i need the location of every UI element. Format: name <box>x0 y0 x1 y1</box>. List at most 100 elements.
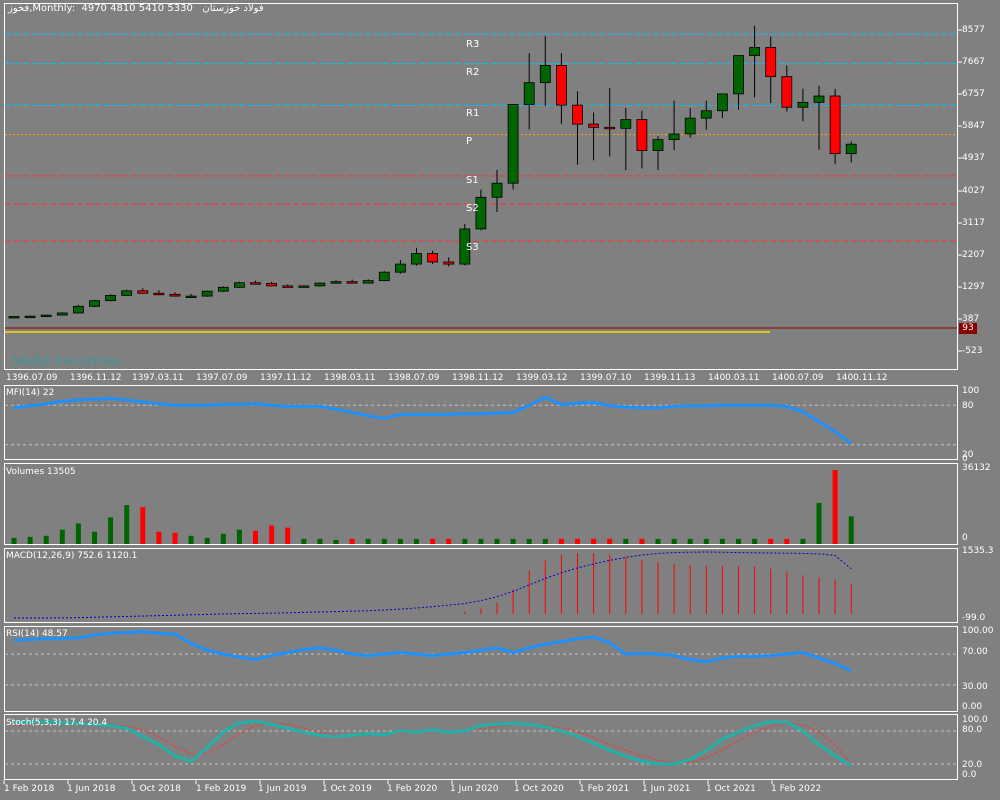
mfi-title: MFI(14) 22 <box>6 388 55 398</box>
volume-bar <box>703 538 709 544</box>
stoch-title: Stoch(5,3,3) 17.4 20.4 <box>6 718 108 728</box>
volume-bar <box>462 538 468 544</box>
candle-body <box>330 281 342 284</box>
time-axis-label: 1 Feb 2020 <box>387 784 438 794</box>
volume-bar <box>236 529 242 544</box>
volume-bar <box>768 538 774 544</box>
candle-body <box>217 286 229 292</box>
pivot-s3-label: S3 <box>466 242 479 253</box>
stoch-main-line <box>13 719 852 767</box>
time-axis-label: 1 Jun 2021 <box>642 784 691 794</box>
volume-y-label: 36132 <box>962 463 991 473</box>
candle-body <box>733 55 744 95</box>
price-y-label: 5847 <box>962 121 985 131</box>
price-x-label: 1400.03.11 <box>708 373 760 383</box>
candle-body <box>749 47 760 56</box>
price-y-label: 1297 <box>962 282 985 292</box>
candle-body <box>507 104 519 184</box>
price-y-label: 3117 <box>962 218 985 228</box>
macd-y-label: 1535.3 <box>962 546 994 556</box>
candle-body <box>604 126 616 130</box>
candle-body <box>185 295 197 298</box>
candle-body <box>233 282 245 288</box>
candle-body <box>572 104 583 125</box>
candle-body <box>201 290 213 297</box>
volume-bar <box>253 530 258 544</box>
volume-bar <box>381 538 387 544</box>
price-x-label: 1399.07.10 <box>580 373 632 383</box>
candle-body <box>797 101 809 108</box>
current-price-badge: 93 <box>959 323 977 334</box>
macd-signal-line <box>14 551 852 619</box>
candle-body <box>443 261 455 265</box>
volume-bar <box>220 533 226 544</box>
volume-bar <box>365 538 371 544</box>
volume-bar <box>719 538 725 544</box>
volume-bar <box>558 538 564 544</box>
volume-bar <box>800 538 806 544</box>
candle-body <box>813 95 825 103</box>
macd-title: MACD(12,26,9) 752.6 1120.1 <box>6 551 138 561</box>
volume-bar <box>446 538 452 544</box>
candle-body <box>56 312 68 316</box>
mfi-y-label: 100 <box>962 386 980 396</box>
time-axis-label: 1 Jun 2019 <box>258 784 307 794</box>
volume-bar <box>607 538 613 544</box>
candle-body <box>845 143 857 155</box>
volume-bar <box>269 525 275 544</box>
volume-bar <box>832 470 838 544</box>
candle-body <box>523 82 535 105</box>
candle-body <box>588 123 599 128</box>
volume-bar <box>172 532 178 544</box>
candle-body <box>636 119 648 151</box>
price-y-label: -523 <box>962 346 983 356</box>
candle-body <box>298 285 310 288</box>
volume-bar <box>784 538 790 544</box>
volume-bar <box>736 538 741 544</box>
candle-body <box>153 292 165 296</box>
price-y-label: 4027 <box>962 186 985 196</box>
candle-body <box>684 117 696 135</box>
price-y-label: 8577 <box>962 25 985 35</box>
rsi-y-label: 100.00 <box>962 626 994 636</box>
volume-bar <box>655 538 661 544</box>
price-x-label: 1396.07.09 <box>6 373 58 383</box>
rsi-title: RSI(14) 48.57 <box>6 629 68 639</box>
pivot-r2-label: R2 <box>466 67 480 78</box>
candle-body <box>765 47 777 78</box>
volume-bar <box>204 537 210 544</box>
candle-body <box>346 281 358 284</box>
pivot-r3-label: R3 <box>466 39 480 50</box>
price-x-label: 1398.11.12 <box>452 373 504 383</box>
candle-body <box>8 316 20 319</box>
candle-body <box>378 271 390 282</box>
volume-bar <box>671 538 677 544</box>
candle-body <box>169 293 181 297</box>
volume-bar <box>752 538 758 544</box>
price-y-label: 6757 <box>962 89 985 99</box>
candle-body <box>700 110 712 119</box>
rsi-y-label: 70.00 <box>962 647 988 657</box>
time-axis-label: 1 Feb 2021 <box>579 784 630 794</box>
chart-canvas <box>3 25 962 784</box>
price-x-label: 1397.11.12 <box>260 373 312 383</box>
price-x-label: 1398.07.09 <box>388 373 440 383</box>
volume-bar <box>414 538 419 544</box>
candle-body <box>137 290 149 294</box>
candle-body <box>24 315 36 319</box>
candle-body <box>556 65 567 106</box>
volume-bar <box>494 538 500 544</box>
candle-body <box>73 305 84 314</box>
volume-bar <box>430 538 436 544</box>
stoch-y-label: 0.0 <box>962 770 977 780</box>
volume-bar <box>848 516 854 544</box>
volume-bar <box>591 538 597 544</box>
price-x-label: 1400.07.09 <box>772 373 824 383</box>
price-y-label: 2207 <box>962 250 985 260</box>
time-axis-label: 1 Jun 2020 <box>450 784 499 794</box>
rsi-y-label: 30.00 <box>962 682 988 692</box>
price-x-label: 1398.03.11 <box>324 373 376 383</box>
mfi-line <box>13 395 853 445</box>
volume-bar <box>59 529 65 544</box>
volume-bar <box>301 538 307 544</box>
